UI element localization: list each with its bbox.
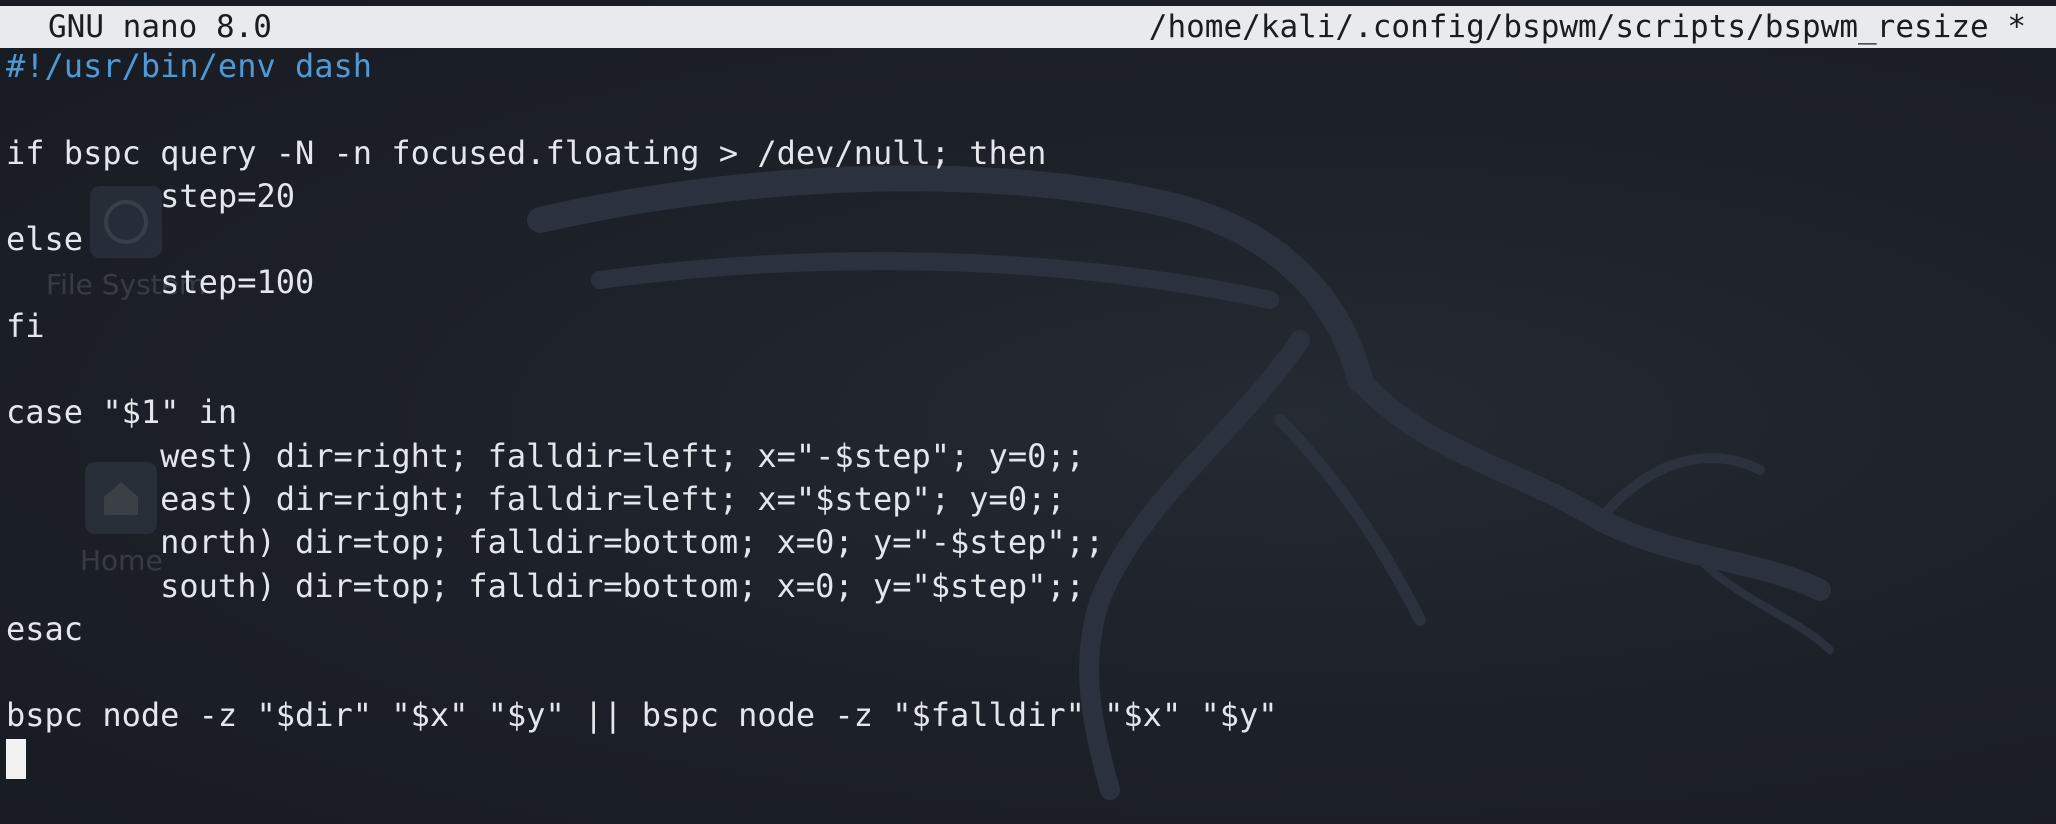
- editor-buffer[interactable]: #!/usr/bin/env dash if bspc query -N -n …: [6, 45, 2056, 781]
- editor-line[interactable]: case "$1" in: [6, 391, 2056, 434]
- editor-line[interactable]: east) dir=right; falldir=left; x="$step"…: [6, 478, 2056, 521]
- editor-line[interactable]: if bspc query -N -n focused.floating > /…: [6, 132, 2056, 175]
- nano-version: GNU nano 8.0: [48, 9, 272, 45]
- editor-line[interactable]: esac: [6, 608, 2056, 651]
- editor-line[interactable]: west) dir=right; falldir=left; x="-$step…: [6, 435, 2056, 478]
- file-path: /home/kali/.config/bspwm/scripts/bspwm_r…: [1148, 9, 2026, 45]
- text-cursor: [6, 738, 26, 779]
- editor-line[interactable]: else: [6, 218, 2056, 261]
- editor-line[interactable]: [6, 348, 2056, 391]
- editor-line[interactable]: [6, 651, 2056, 694]
- editor-line[interactable]: #!/usr/bin/env dash: [6, 45, 2056, 88]
- editor-line[interactable]: fi: [6, 305, 2056, 348]
- nano-title-bar: GNU nano 8.0 /home/kali/.config/bspwm/sc…: [0, 6, 2056, 48]
- editor-line[interactable]: [6, 88, 2056, 131]
- screen: File System Home GNU nano 8.0 /home/kali…: [0, 0, 2056, 824]
- editor-line[interactable]: step=100: [6, 261, 2056, 304]
- editor-line[interactable]: step=20: [6, 175, 2056, 218]
- editor-line-cursor[interactable]: [6, 738, 2056, 781]
- editor-line[interactable]: bspc node -z "$dir" "$x" "$y" || bspc no…: [6, 694, 2056, 737]
- editor-line[interactable]: north) dir=top; falldir=bottom; x=0; y="…: [6, 521, 2056, 564]
- editor-line[interactable]: south) dir=top; falldir=bottom; x=0; y="…: [6, 565, 2056, 608]
